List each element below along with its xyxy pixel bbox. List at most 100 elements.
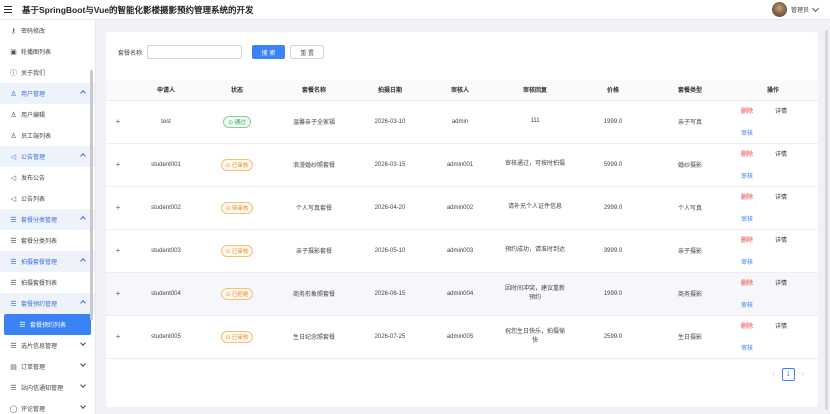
sidebar-item[interactable]: ⚷ 密码修改 bbox=[0, 20, 95, 41]
sidebar-item-label: 用户管理 bbox=[21, 92, 46, 98]
comment-icon: ◯ bbox=[9, 405, 18, 413]
audit-link[interactable]: 审核 bbox=[741, 171, 753, 180]
sidebar-item[interactable]: ◁ 发布公告 bbox=[0, 167, 95, 188]
date-cell: 2026-05-10 bbox=[356, 229, 424, 273]
menu-toggle-icon[interactable] bbox=[4, 0, 20, 20]
expand-row-icon[interactable]: + bbox=[116, 332, 121, 341]
reviewer-cell: admin004 bbox=[424, 272, 496, 316]
expand-row-icon[interactable]: + bbox=[116, 117, 121, 126]
sidebar-item[interactable]: ◯ 评论管理 bbox=[0, 398, 95, 414]
search-button[interactable]: 搜 索 bbox=[251, 45, 286, 59]
package-cell: 温馨亲子全家福 bbox=[272, 100, 356, 144]
sidebar-item[interactable]: ⓘ 关于我们 bbox=[0, 62, 95, 83]
expand-row-icon[interactable]: + bbox=[116, 246, 121, 255]
price-cell: 5999.0 bbox=[574, 143, 652, 187]
status-text: 已审核 bbox=[231, 248, 249, 255]
sidebar-item-label: 套餐分类列表 bbox=[21, 239, 58, 245]
main-card: 套餐名称: 搜 索 重 置 申请人 状态 套餐名称 拍摄日期 审核人 审核回复 … bbox=[106, 32, 818, 407]
sidebar-item[interactable]: ♙ 用户编辑 bbox=[0, 104, 95, 125]
order-icon: ▤ bbox=[10, 363, 17, 371]
sidebar-item-label: 拍摄套餐列表 bbox=[21, 281, 58, 287]
col-header bbox=[106, 80, 130, 101]
delete-link[interactable]: 删除 bbox=[741, 278, 753, 287]
user-menu[interactable]: 管理员 bbox=[771, 2, 820, 17]
reset-button[interactable]: 重 置 bbox=[290, 45, 325, 59]
package-cell: 个人写真套餐 bbox=[272, 186, 356, 230]
audit-link[interactable]: 审核 bbox=[741, 214, 753, 223]
detail-link[interactable]: 详情 bbox=[775, 321, 787, 330]
package-name-input[interactable] bbox=[146, 45, 242, 59]
detail-link[interactable]: 详情 bbox=[775, 192, 787, 201]
reviewer-cell: admin005 bbox=[424, 315, 496, 359]
sidebar-item[interactable]: ☰ 选片信息管理 bbox=[0, 335, 95, 356]
sidebar-item-label: 员工端列表 bbox=[21, 134, 52, 140]
sidebar-item[interactable]: ☰ 站内信通知管理 bbox=[0, 377, 95, 398]
sidebar-item[interactable]: ☰ 套餐分类列表 bbox=[0, 230, 95, 251]
col-header: 审核人 bbox=[424, 80, 496, 101]
detail-link[interactable]: 详情 bbox=[775, 278, 787, 287]
status-text: 已拒绝 bbox=[231, 291, 249, 298]
prev-page-icon[interactable]: ‹ bbox=[772, 371, 774, 378]
sidebar-item[interactable]: ☰ 套餐分类管理 bbox=[0, 209, 95, 230]
sidebar-item[interactable]: ▣ 轮播图列表 bbox=[0, 41, 95, 62]
delete-link[interactable]: 删除 bbox=[741, 149, 753, 158]
price-cell: 1999.0 bbox=[574, 272, 652, 316]
audit-link[interactable]: 审核 bbox=[741, 343, 753, 352]
expand-row-icon[interactable]: + bbox=[116, 289, 121, 298]
detail-link[interactable]: 详情 bbox=[775, 235, 787, 244]
user-icon: ♙ bbox=[10, 132, 17, 140]
chevron-down-icon bbox=[811, 4, 820, 12]
audit-link[interactable]: 审核 bbox=[741, 257, 753, 266]
sidebar-item[interactable]: ♙ 员工端列表 bbox=[0, 125, 95, 146]
package-cell: 生日纪念照套餐 bbox=[272, 315, 356, 359]
package-cell: 亲子摄影套餐 bbox=[272, 229, 356, 273]
category-cell: 亲子摄影 bbox=[652, 229, 728, 273]
reviewer-cell: admin003 bbox=[424, 229, 496, 273]
applicant-cell: student002 bbox=[130, 186, 202, 230]
page-number[interactable]: 1 bbox=[781, 368, 795, 381]
col-header: 拍摄日期 bbox=[356, 80, 424, 101]
detail-link[interactable]: 详情 bbox=[775, 149, 787, 158]
chevron-down-icon bbox=[80, 340, 86, 346]
next-page-icon[interactable]: › bbox=[802, 371, 804, 378]
list-icon: ☰ bbox=[10, 300, 17, 308]
status-badge: ⊙ 已拒绝 bbox=[220, 287, 254, 300]
sidebar-item-label: 公告列表 bbox=[21, 197, 46, 203]
table-row: + student005 ⊙ 已审核 生日纪念照套餐 2026-07-25 admin00… bbox=[106, 315, 818, 359]
sidebar-item[interactable]: ♙ 用户管理 bbox=[0, 83, 95, 104]
sidebar-item[interactable]: ☰ 套餐预约管理 bbox=[0, 293, 95, 314]
col-header: 套餐类型 bbox=[652, 80, 728, 101]
expand-row-icon[interactable]: + bbox=[116, 203, 121, 212]
status-badge: ⊙ 已审核 bbox=[220, 158, 254, 171]
chevron-down-icon bbox=[80, 403, 86, 409]
delete-link[interactable]: 删除 bbox=[741, 192, 753, 201]
list-icon: ☰ bbox=[10, 216, 17, 224]
sidebar-item-label: 公告管理 bbox=[21, 155, 46, 161]
sidebar-item[interactable]: ☰ 套餐预约列表 bbox=[4, 314, 91, 335]
user-icon: ♙ bbox=[10, 111, 17, 119]
sidebar-item[interactable]: ▤ 订单管理 bbox=[0, 356, 95, 377]
clock-icon: ⊙ bbox=[228, 119, 234, 126]
sidebar-item[interactable]: ◁ 公告管理 bbox=[0, 146, 95, 167]
audit-link[interactable]: 审核 bbox=[741, 300, 753, 309]
applicant-cell: student001 bbox=[130, 143, 202, 187]
delete-link[interactable]: 删除 bbox=[741, 106, 753, 115]
expand-row-icon[interactable]: + bbox=[116, 160, 121, 169]
page-scrollbar[interactable] bbox=[825, 30, 828, 410]
search-bar: 套餐名称: 搜 索 重 置 bbox=[118, 45, 325, 59]
user-name: 管理员 bbox=[790, 8, 809, 14]
status-badge: ⊙ 已审核 bbox=[220, 330, 254, 343]
delete-link[interactable]: 删除 bbox=[741, 321, 753, 330]
sidebar-scrollbar[interactable] bbox=[90, 70, 93, 320]
sidebar-item[interactable]: ☰ 拍摄套餐列表 bbox=[0, 272, 95, 293]
delete-link[interactable]: 删除 bbox=[741, 235, 753, 244]
app-title: 基于SpringBoot与Vue的智能化影楼摄影预约管理系统的开发 bbox=[22, 4, 254, 15]
detail-link[interactable]: 详情 bbox=[775, 106, 787, 115]
chevron-up-icon bbox=[80, 90, 86, 96]
megaphone-icon: ◁ bbox=[10, 153, 17, 161]
col-header: 申请人 bbox=[130, 80, 202, 101]
key-icon: ⚷ bbox=[10, 27, 17, 35]
sidebar-item[interactable]: ☰ 拍摄套餐管理 bbox=[0, 251, 95, 272]
audit-link[interactable]: 审核 bbox=[741, 128, 753, 137]
sidebar-item[interactable]: ◁ 公告列表 bbox=[0, 188, 95, 209]
